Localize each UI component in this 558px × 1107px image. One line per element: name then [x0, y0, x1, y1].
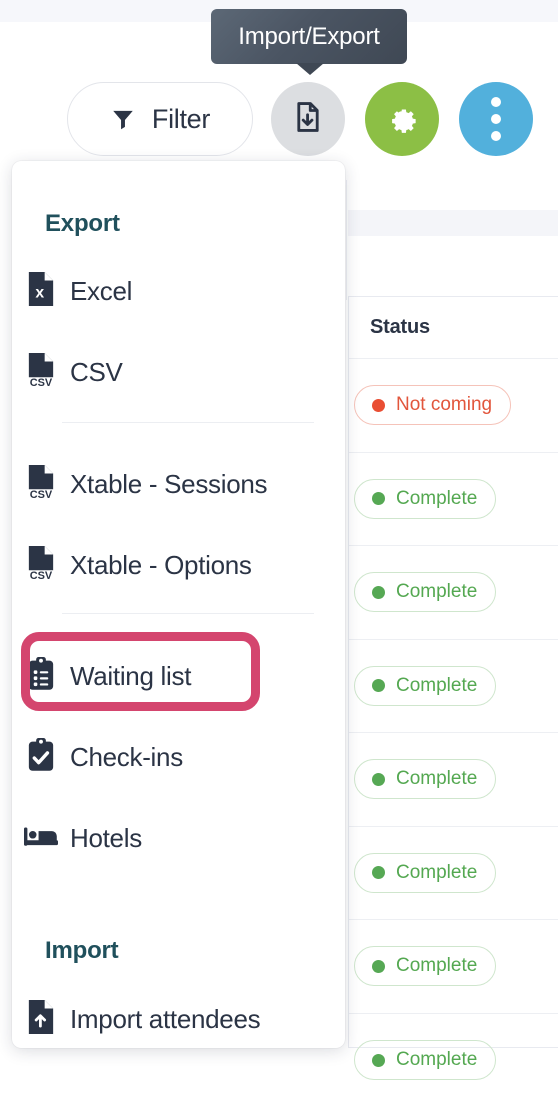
menu-item-icon-slot: CSV [12, 465, 70, 504]
status-dot-icon [372, 492, 385, 505]
menu-item-label: CSV [70, 357, 123, 388]
menu-item-label: Hotels [70, 823, 142, 854]
status-dot-icon [372, 773, 385, 786]
menu-item-icon-slot [12, 738, 70, 777]
table-row[interactable]: Complete [349, 733, 558, 827]
menu-item-icon-slot [12, 1000, 70, 1039]
table-rows: Not coming Complete Complete Complete Comple… [349, 359, 558, 1107]
clipboard-list-icon [27, 657, 55, 696]
menu-item-label: Import attendees [70, 1004, 260, 1035]
kebab-menu-icon [491, 94, 501, 145]
menu-item-hotels[interactable]: Hotels [12, 808, 345, 868]
menu-item-icon-slot: x [12, 272, 70, 311]
status-badge-label: Complete [396, 675, 477, 697]
filter-button[interactable]: Filter [67, 82, 253, 156]
table-row[interactable]: Complete [349, 920, 558, 1014]
menu-item-import-attendees[interactable]: Import attendees [12, 989, 345, 1048]
status-badge-label: Complete [396, 768, 477, 790]
file-upload-icon [26, 1000, 56, 1039]
status-badge-label: Not coming [396, 394, 492, 416]
menu-item-excel[interactable]: x Excel [12, 261, 345, 321]
import-export-button[interactable] [271, 82, 345, 156]
bed-icon [24, 823, 58, 854]
menu-item-label: Check-ins [70, 742, 183, 773]
svg-text:x: x [35, 284, 44, 301]
status-dot-icon [372, 1054, 385, 1067]
table-row[interactable]: Complete [349, 546, 558, 640]
status-dot-icon [372, 866, 385, 879]
attendees-table: Status Not coming Complete Complete Complet… [348, 296, 558, 1048]
menu-item-label: Xtable - Sessions [70, 469, 267, 500]
status-badge-label: Complete [396, 581, 477, 603]
filter-button-label: Filter [152, 104, 210, 135]
status-dot-icon [372, 586, 385, 599]
status-badge: Complete [354, 479, 496, 519]
status-dot-icon [372, 679, 385, 692]
file-csv-icon: CSV [26, 353, 56, 392]
menu-item-label: Xtable - Options [70, 550, 252, 581]
menu-item-xtable-options[interactable]: CSV Xtable - Options [12, 535, 345, 595]
status-badge: Complete [354, 666, 496, 706]
menu-item-icon-slot: CSV [12, 546, 70, 585]
status-badge: Complete [354, 572, 496, 612]
import-export-tooltip: Import/Export [211, 9, 407, 64]
status-badge-label: Complete [396, 488, 477, 510]
status-badge: Complete [354, 853, 496, 893]
tooltip-arrow [296, 63, 324, 75]
menu-item-xtable-sessions[interactable]: CSV Xtable - Sessions [12, 454, 345, 514]
table-row[interactable]: Complete [349, 640, 558, 734]
status-dot-icon [372, 399, 385, 412]
status-dot-icon [372, 960, 385, 973]
more-options-button[interactable] [459, 82, 533, 156]
table-row[interactable]: Not coming [349, 359, 558, 453]
table-row[interactable]: Complete [349, 827, 558, 921]
tooltip-text: Import/Export [238, 23, 379, 51]
menu-item-waiting-list[interactable]: Waiting list [12, 646, 345, 706]
menu-item-check-ins[interactable]: Check-ins [12, 727, 345, 787]
file-csv-icon: CSV [26, 546, 56, 585]
svg-text:CSV: CSV [30, 488, 53, 498]
status-badge: Complete [354, 759, 496, 799]
file-excel-icon: x [26, 272, 56, 311]
menu-item-icon-slot [12, 657, 70, 696]
menu-item-csv[interactable]: CSV CSV [12, 342, 345, 402]
status-badge-label: Complete [396, 955, 477, 977]
status-badge-label: Complete [396, 1049, 477, 1071]
gear-icon [384, 99, 420, 140]
menu-item-label: Waiting list [70, 661, 191, 692]
settings-button[interactable] [365, 82, 439, 156]
clipboard-check-icon [27, 738, 55, 777]
file-csv-icon: CSV [26, 465, 56, 504]
menu-divider-1 [62, 422, 314, 423]
table-row[interactable]: Complete [349, 1014, 558, 1107]
menu-divider-2 [62, 613, 314, 614]
status-badge-label: Complete [396, 862, 477, 884]
toolbar-band [348, 210, 558, 236]
table-row[interactable]: Complete [349, 453, 558, 547]
menu-section-export-title: Export [45, 210, 120, 238]
menu-section-import-title: Import [45, 937, 118, 965]
import-export-menu: Export Import x Excel CSV CSV CSV Xtable… [12, 161, 345, 1048]
status-badge: Complete [354, 946, 496, 986]
content-edge-line [346, 180, 347, 300]
menu-item-label: Excel [70, 276, 132, 307]
svg-text:CSV: CSV [30, 569, 53, 579]
menu-item-icon-slot: CSV [12, 353, 70, 392]
status-badge: Complete [354, 1040, 496, 1080]
filter-icon [110, 106, 136, 132]
file-download-icon [291, 100, 325, 139]
status-badge: Not coming [354, 385, 511, 425]
svg-text:CSV: CSV [30, 376, 53, 386]
table-header-status: Status [349, 297, 558, 359]
menu-item-icon-slot [12, 823, 70, 854]
